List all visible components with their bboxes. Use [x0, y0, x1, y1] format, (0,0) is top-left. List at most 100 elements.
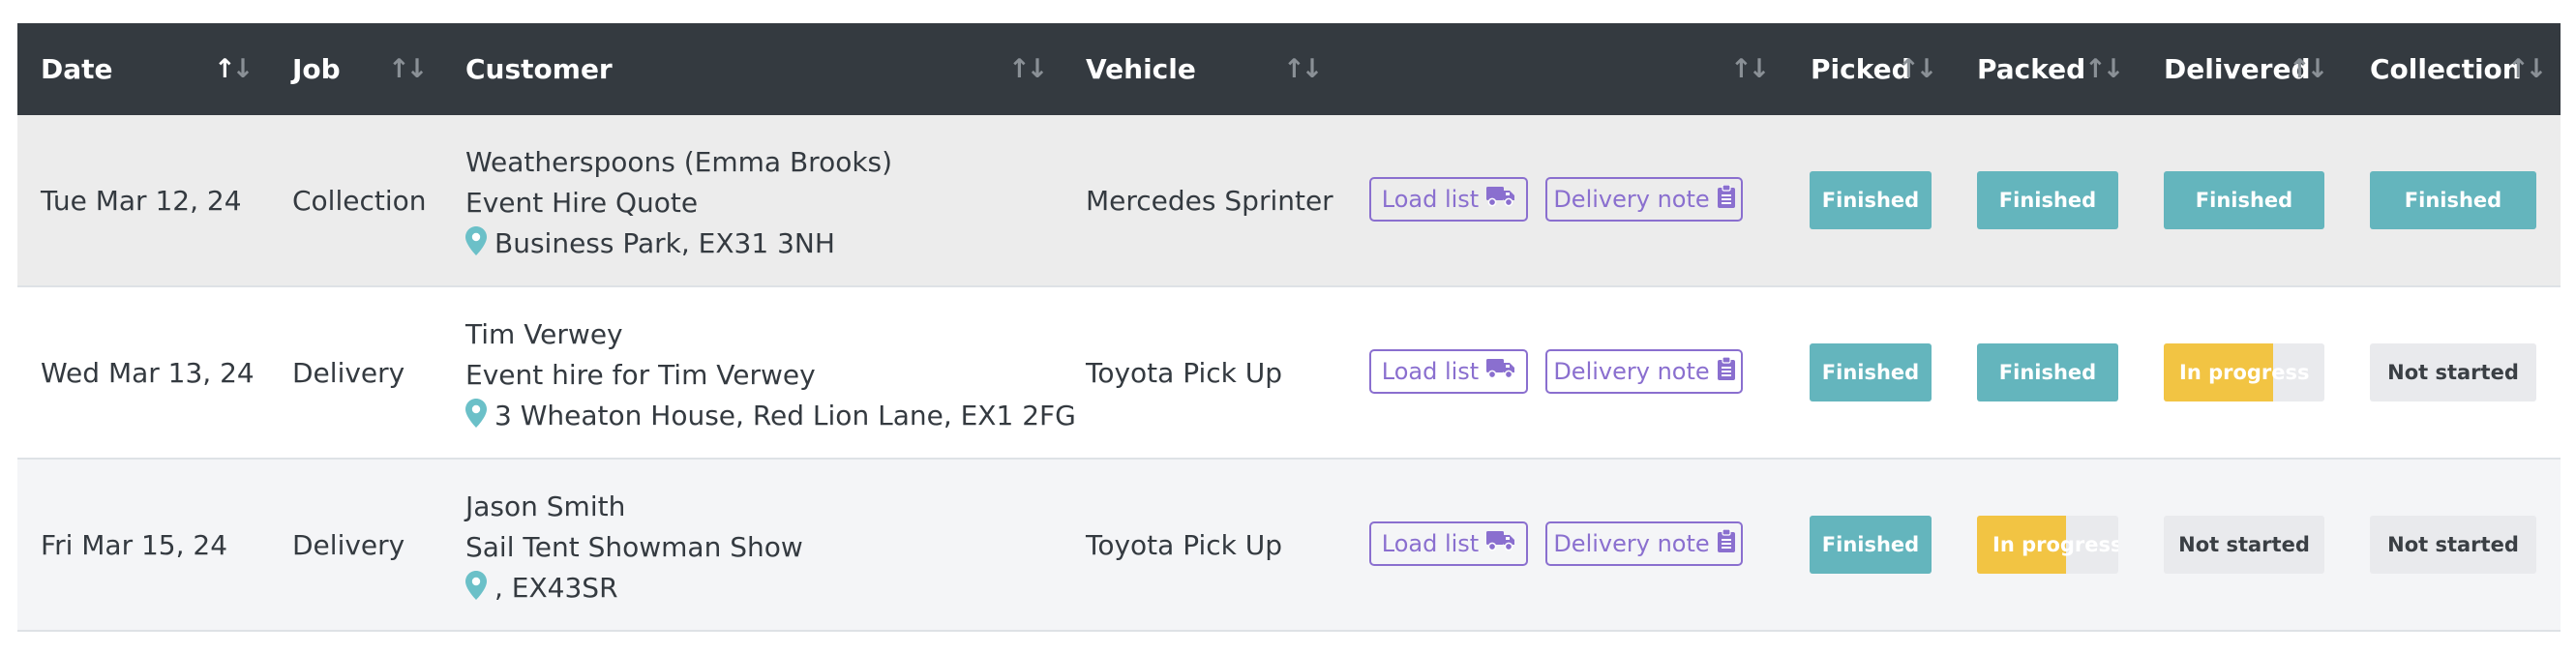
table-row: Wed Mar 13, 24 Delivery Tim Verwey Event hi…: [17, 287, 2561, 460]
status-label: Finished: [1821, 533, 1920, 556]
sort-down-icon: ↓: [405, 54, 429, 84]
customer-name[interactable]: Tim Verwey: [465, 314, 1076, 355]
quote-name[interactable]: Sail Tent Showman Show: [465, 527, 803, 568]
delivered-status-badge[interactable]: In progress: [2164, 343, 2324, 401]
collection-status-badge[interactable]: Finished: [2370, 171, 2536, 229]
status-label: Finished: [1821, 361, 1920, 384]
address-text: 3 Wheaton House, Red Lion Lane, EX1 2FG: [494, 400, 1076, 431]
date-cell: Wed Mar 13, 24: [41, 356, 255, 389]
sort-vehicle-button[interactable]: ↑ ↓: [1283, 23, 1324, 115]
sort-customer-button[interactable]: ↑ ↓: [1008, 23, 1049, 115]
packed-status-badge[interactable]: Finished: [1977, 171, 2118, 229]
job-cell: Delivery: [292, 356, 405, 389]
column-header-picked[interactable]: Picked: [1811, 23, 1911, 115]
job-cell: Collection: [292, 184, 427, 217]
collection-status-badge[interactable]: Not started: [2370, 343, 2536, 401]
sort-up-icon: ↑: [214, 54, 236, 84]
load-list-button[interactable]: Load list: [1369, 177, 1528, 222]
delivery-note-button[interactable]: Delivery note: [1545, 349, 1743, 394]
address-text: Business Park, EX31 3NH: [494, 227, 835, 259]
status-label: Not started: [2178, 533, 2310, 556]
delivery-note-button[interactable]: Delivery note: [1545, 177, 1743, 222]
sort-up-icon: ↑: [1283, 54, 1305, 84]
status-label: In progress: [1992, 533, 2118, 556]
status-label: Not started: [2387, 533, 2519, 556]
date-cell: Fri Mar 15, 24: [41, 528, 228, 561]
delivered-status-badge[interactable]: Not started: [2164, 516, 2324, 574]
picked-status-badge[interactable]: Finished: [1810, 343, 1932, 401]
column-header-packed[interactable]: Packed: [1977, 23, 2085, 115]
column-header-vehicle[interactable]: Vehicle: [1086, 23, 1196, 115]
picked-status-badge[interactable]: Finished: [1810, 516, 1932, 574]
clipboard-icon: [1710, 528, 1735, 558]
delivery-note-label: Delivery note: [1553, 186, 1710, 213]
map-marker-icon: [465, 571, 487, 611]
sort-down-icon: ↓: [1301, 54, 1324, 84]
table-row: Fri Mar 15, 24 Delivery Jason Smith Sail Te…: [17, 460, 2561, 632]
sort-up-icon: ↑: [388, 54, 410, 84]
address-line: 3 Wheaton House, Red Lion Lane, EX1 2FG: [465, 396, 1076, 439]
load-list-label: Load list: [1381, 186, 1480, 213]
delivery-note-button[interactable]: Delivery note: [1545, 521, 1743, 566]
column-header-customer[interactable]: Customer: [465, 23, 613, 115]
sort-down-icon: ↓: [2102, 54, 2125, 84]
column-header-collection[interactable]: Collection: [2370, 23, 2522, 115]
load-list-button[interactable]: Load list: [1369, 349, 1528, 394]
sort-job-button[interactable]: ↑ ↓: [388, 23, 429, 115]
table-body: Tue Mar 12, 24 Collection Weatherspoons (E…: [17, 115, 2561, 632]
sort-collection-button[interactable]: ↑ ↓: [2507, 23, 2548, 115]
column-header-job[interactable]: Job: [292, 23, 341, 115]
table-header: Date ↑ ↓ Job ↑ ↓ Customer ↑ ↓ Vehicle ↑ ↓ ↑ ↓ Picked ↑ ↓…: [17, 23, 2561, 115]
status-label: Not started: [2387, 361, 2519, 384]
table-row: Tue Mar 12, 24 Collection Weatherspoons (E…: [17, 115, 2561, 287]
packed-status-badge[interactable]: In progress: [1977, 516, 2118, 574]
sort-delivered-button[interactable]: ↑ ↓: [2289, 23, 2329, 115]
status-label: Finished: [2195, 189, 2293, 212]
vehicle-cell: Toyota Pick Up: [1086, 528, 1283, 561]
load-list-button[interactable]: Load list: [1369, 521, 1528, 566]
delivery-note-label: Delivery note: [1553, 530, 1710, 557]
status-label: Finished: [2404, 189, 2502, 212]
customer-cell: Tim Verwey Event hire for Tim Verwey 3 Whe…: [465, 314, 1076, 439]
load-list-label: Load list: [1381, 358, 1480, 385]
delivered-status-badge[interactable]: Finished: [2164, 171, 2324, 229]
status-label: Finished: [1998, 361, 2097, 384]
map-marker-icon: [465, 399, 487, 439]
column-header-date[interactable]: Date: [41, 23, 113, 115]
address-text: , EX43SR: [494, 572, 618, 604]
customer-cell: Jason Smith Sail Tent Showman Show , EX43S…: [465, 487, 803, 611]
vehicle-cell: Toyota Pick Up: [1086, 356, 1283, 389]
sort-date-button[interactable]: ↑ ↓: [214, 23, 255, 115]
quote-name[interactable]: Event hire for Tim Verwey: [465, 355, 1076, 396]
status-label: In progress: [2179, 361, 2310, 384]
clipboard-icon: [1710, 356, 1735, 386]
sort-packed-button[interactable]: ↑ ↓: [2084, 23, 2125, 115]
sort-up-icon: ↑: [2084, 54, 2107, 84]
date-cell: Tue Mar 12, 24: [41, 184, 242, 217]
sort-down-icon: ↓: [2306, 54, 2329, 84]
customer-name[interactable]: Weatherspoons (Emma Brooks): [465, 142, 892, 183]
sort-up-icon: ↑: [2507, 54, 2530, 84]
packed-status-badge[interactable]: Finished: [1977, 343, 2118, 401]
sort-up-icon: ↑: [1008, 54, 1031, 84]
sort-down-icon: ↓: [231, 54, 255, 84]
sort-up-icon: ↑: [2289, 54, 2311, 84]
quote-name[interactable]: Event Hire Quote: [465, 183, 892, 223]
address-line: Business Park, EX31 3NH: [465, 223, 892, 267]
sort-down-icon: ↓: [2525, 54, 2548, 84]
clipboard-icon: [1710, 184, 1735, 214]
sort-up-icon: ↑: [1730, 54, 1752, 84]
sort-picked-button[interactable]: ↑ ↓: [1898, 23, 1937, 115]
status-label: Finished: [1821, 189, 1920, 212]
collection-status-badge[interactable]: Not started: [2370, 516, 2536, 574]
map-marker-icon: [465, 226, 487, 267]
sort-down-icon: ↓: [1026, 54, 1049, 84]
sort-actions-button[interactable]: ↑ ↓: [1730, 23, 1770, 115]
load-list-label: Load list: [1381, 530, 1480, 557]
picked-status-badge[interactable]: Finished: [1810, 171, 1932, 229]
truck-icon: [1479, 530, 1515, 557]
status-label: Finished: [1998, 189, 2097, 212]
jobs-table: Date ↑ ↓ Job ↑ ↓ Customer ↑ ↓ Vehicle ↑ ↓ ↑ ↓ Picked ↑ ↓…: [17, 23, 2561, 632]
customer-name[interactable]: Jason Smith: [465, 487, 803, 527]
sort-up-icon: ↑: [1898, 54, 1920, 84]
